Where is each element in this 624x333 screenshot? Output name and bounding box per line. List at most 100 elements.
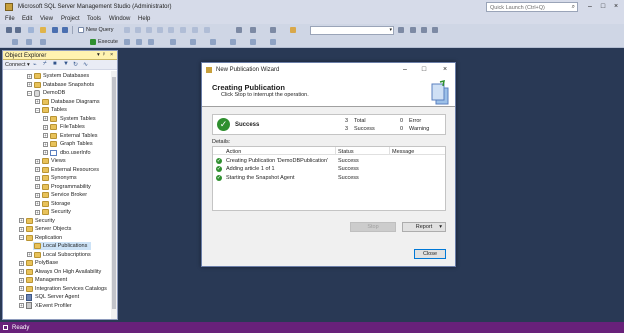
expand-icon[interactable]: + — [19, 226, 24, 232]
expand-icon[interactable]: + — [35, 99, 40, 104]
column-action[interactable]: Action — [226, 149, 241, 155]
dialog-close-button[interactable]: × — [438, 64, 452, 76]
disconnect-icon[interactable]: ⌿ — [43, 61, 47, 68]
table-row[interactable]: ✓ Creating Publication 'DemoDBPublicatio… — [213, 156, 445, 164]
comment-icon[interactable] — [250, 39, 256, 45]
tree-node-database-snapshots[interactable]: + Database Snapshots — [3, 81, 111, 89]
intellisense-icon[interactable] — [190, 39, 196, 45]
cut-icon[interactable] — [180, 27, 186, 33]
window-position-icon[interactable]: ▾ — [97, 52, 100, 58]
menu-window[interactable]: Window — [109, 16, 130, 22]
tree-node-synonyms[interactable]: + Synonyms — [3, 174, 111, 182]
tree-node-server-objects[interactable]: + Server Objects — [3, 225, 111, 233]
menu-project[interactable]: Project — [61, 16, 80, 22]
expand-icon[interactable]: + — [35, 158, 40, 164]
refresh-icon[interactable]: ↻ — [73, 61, 78, 68]
dialog-maximize-button[interactable]: □ — [417, 64, 431, 76]
connect-server-icon[interactable]: ⌁ — [33, 61, 37, 68]
tree-node-tables[interactable]: − Tables — [3, 106, 111, 114]
tree-node-sql-server-agent[interactable]: + SQL Server Agent — [3, 293, 111, 301]
activity-monitor-icon[interactable]: ∿ — [83, 61, 88, 68]
collapse-icon[interactable]: − — [35, 107, 40, 113]
expand-icon[interactable]: + — [43, 141, 48, 147]
expand-icon[interactable]: + — [35, 184, 40, 189]
close-panel-icon[interactable]: × — [110, 52, 113, 58]
forward-icon[interactable] — [15, 27, 21, 33]
minimize-button[interactable]: – — [584, 1, 596, 13]
expand-icon[interactable]: + — [27, 73, 32, 79]
tree-node-filetables[interactable]: + FileTables — [3, 123, 111, 131]
filter-icon[interactable]: ▼ — [63, 61, 69, 67]
cancel-query-icon[interactable] — [136, 39, 142, 45]
new-project-icon[interactable] — [28, 27, 34, 33]
tree-node-local-subscriptions[interactable]: + Local Subscriptions — [3, 251, 111, 259]
expand-icon[interactable]: + — [19, 218, 24, 223]
toolbox-icon[interactable] — [421, 27, 427, 33]
tree-node-polybase[interactable]: + PolyBase — [3, 259, 111, 267]
expand-icon[interactable]: + — [19, 294, 24, 300]
expand-icon[interactable]: + — [43, 116, 48, 121]
expand-icon[interactable]: + — [19, 260, 24, 266]
tree-node-db-security[interactable]: + Security — [3, 208, 111, 216]
open-file-icon[interactable] — [40, 27, 46, 33]
pin-icon[interactable]: ᵖ — [103, 52, 105, 58]
tree-node-storage[interactable]: + Storage — [3, 200, 111, 208]
tree-node-management[interactable]: + Management — [3, 276, 111, 284]
expand-icon[interactable]: + — [19, 269, 24, 274]
paste-icon[interactable] — [204, 27, 210, 33]
estimated-plan-icon[interactable] — [170, 39, 176, 45]
debug-icon[interactable] — [124, 39, 130, 45]
xmla-query-icon[interactable] — [168, 27, 174, 33]
execute-button[interactable]: Execute — [98, 39, 118, 45]
wrench-icon[interactable] — [410, 27, 416, 33]
available-databases-icon[interactable] — [26, 39, 32, 45]
dialog-minimize-button[interactable]: – — [398, 64, 412, 76]
report-button[interactable]: Report ▾ — [402, 222, 446, 232]
tree-node-graph-tables[interactable]: + Graph Tables — [3, 140, 111, 148]
expand-icon[interactable]: + — [35, 201, 40, 206]
tree-node-local-publications[interactable]: Local Publications — [33, 242, 91, 250]
column-status[interactable]: Status — [338, 149, 354, 155]
stop-icon[interactable]: ■ — [53, 61, 57, 67]
expand-icon[interactable]: + — [43, 133, 48, 138]
solution-explorer-icon[interactable] — [270, 27, 276, 33]
quick-launch-input[interactable]: Quick Launch (Ctrl+Q) ⌕ — [486, 2, 578, 12]
tree-node-external-tables[interactable]: + External Tables — [3, 132, 111, 140]
expand-icon[interactable]: + — [27, 82, 32, 87]
expand-icon[interactable]: + — [43, 150, 48, 155]
tree-node-database-diagrams[interactable]: + Database Diagrams — [3, 98, 111, 106]
new-query-button[interactable]: New Query — [86, 27, 114, 33]
expand-icon[interactable]: + — [43, 124, 48, 130]
table-row[interactable]: ✓ Starting the Snapshot Agent Success — [213, 173, 445, 181]
indent-icon[interactable] — [270, 39, 276, 45]
tree-node-programmability[interactable]: + Programmability — [3, 183, 111, 191]
save-icon[interactable] — [52, 27, 58, 33]
save-all-icon[interactable] — [62, 27, 68, 33]
db-engine-query-icon[interactable] — [124, 27, 130, 33]
menu-file[interactable]: File — [5, 16, 15, 22]
back-icon[interactable] — [6, 27, 12, 33]
close-button[interactable]: × — [610, 1, 622, 13]
window-layout-icon[interactable] — [432, 27, 438, 33]
mdx-query-icon[interactable] — [146, 27, 152, 33]
tree-node-always-on[interactable]: + Always On High Availability — [3, 268, 111, 276]
menu-help[interactable]: Help — [138, 16, 150, 22]
collapse-icon[interactable]: − — [27, 90, 32, 96]
expand-icon[interactable]: + — [19, 277, 24, 283]
menu-view[interactable]: View — [40, 16, 53, 22]
results-to-text-icon[interactable] — [210, 39, 216, 45]
table-row[interactable]: ✓ Adding article 1 of 1 Success — [213, 165, 445, 173]
tree-node-security[interactable]: + Security — [3, 217, 111, 225]
connect-button[interactable]: Connect ▾ — [5, 62, 30, 68]
dmx-query-icon[interactable] — [157, 27, 163, 33]
scrollbar-thumb[interactable] — [112, 77, 116, 309]
expand-icon[interactable]: + — [35, 192, 40, 198]
parse-icon[interactable] — [148, 39, 154, 45]
tree-node-service-broker[interactable]: + Service Broker — [3, 191, 111, 199]
tree-node-views[interactable]: + Views — [3, 157, 111, 165]
close-dialog-button[interactable]: Close — [414, 249, 446, 259]
copy-icon[interactable] — [192, 27, 198, 33]
menu-edit[interactable]: Edit — [22, 16, 32, 22]
tree-node-dbo-userinfo[interactable]: + dbo.userInfo — [3, 149, 111, 157]
tree-node-integration-services[interactable]: + Integration Services Catalogs — [3, 285, 111, 293]
